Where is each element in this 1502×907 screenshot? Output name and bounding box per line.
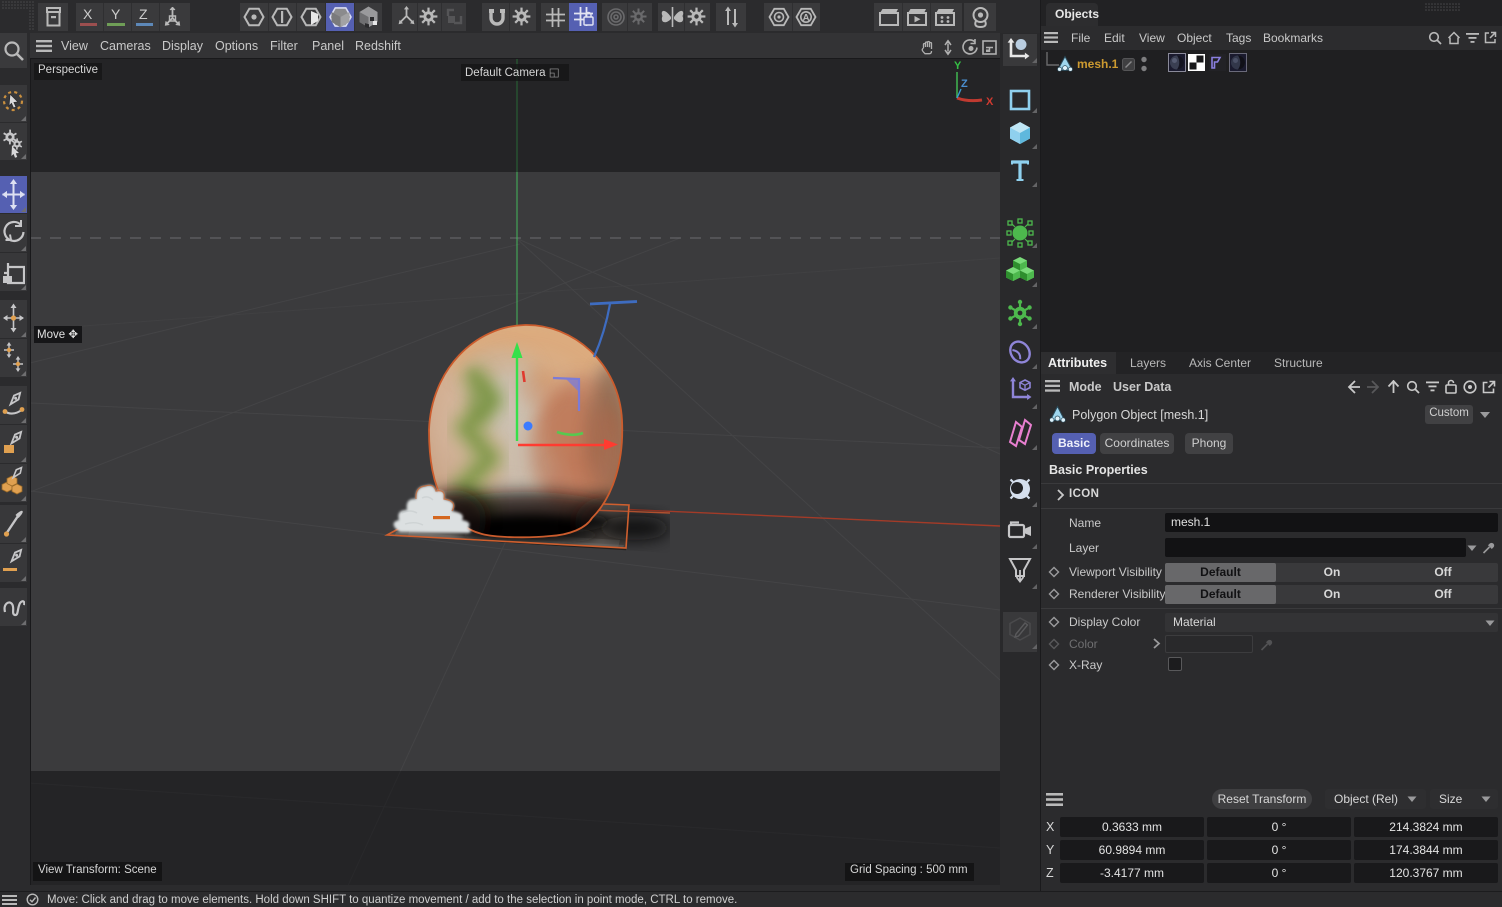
svg-text:Y: Y bbox=[954, 60, 962, 72]
svg-text:Z: Z bbox=[961, 78, 968, 90]
svg-text:A: A bbox=[803, 13, 810, 24]
svg-text:X: X bbox=[986, 96, 994, 108]
